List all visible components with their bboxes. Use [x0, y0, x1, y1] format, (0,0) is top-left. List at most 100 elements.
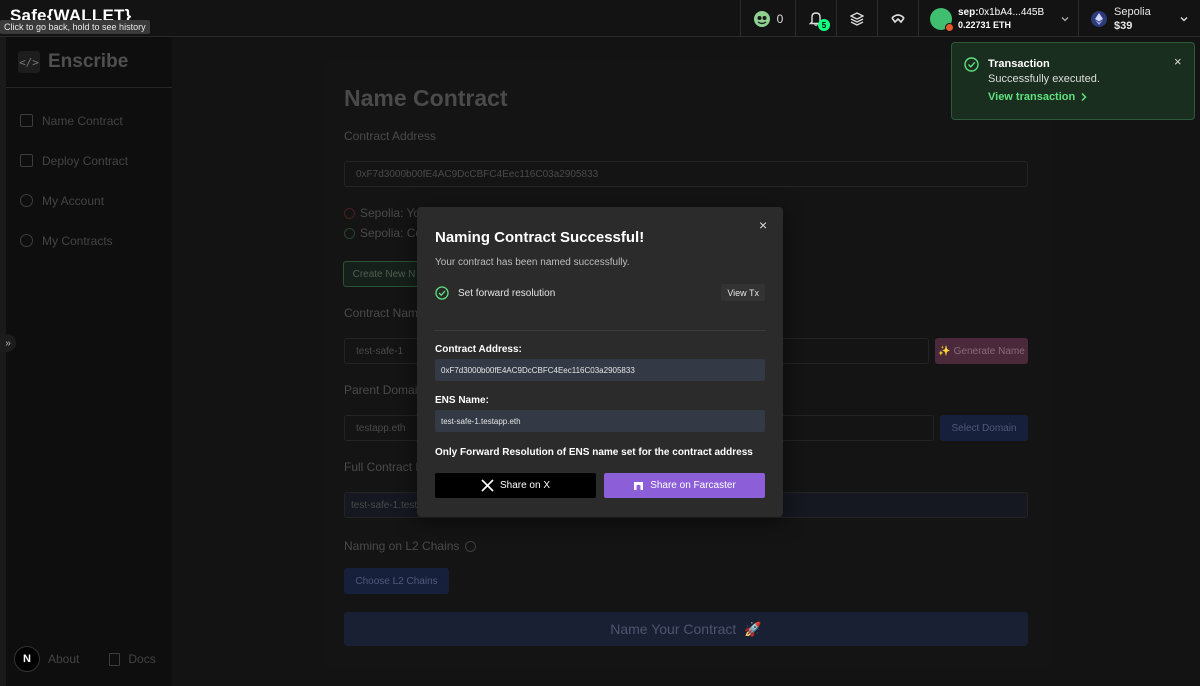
check-circle-icon	[964, 57, 979, 72]
logo-text: Enscribe	[48, 51, 129, 72]
sidebar-item-label: My Contracts	[42, 233, 113, 248]
toast-message: Successfully executed.	[988, 73, 1100, 85]
walletconnect-button[interactable]	[877, 0, 918, 37]
n-badge: N	[14, 646, 40, 672]
edit-icon	[20, 154, 33, 167]
clock-icon	[20, 234, 33, 247]
modal-divider	[435, 330, 765, 331]
rocket-icon: 🚀	[744, 620, 762, 637]
sidebar-footer: N About Docs	[14, 646, 156, 672]
share-on-x-button[interactable]: Share on X	[435, 473, 596, 498]
page-title: Name Contract	[344, 85, 508, 111]
file-icon	[20, 114, 33, 127]
network-name: Sepolia	[1114, 5, 1151, 18]
toast-title: Transaction	[988, 58, 1050, 70]
error-icon	[344, 207, 355, 219]
sidebar-item-deploy-contract[interactable]: Deploy Contract	[20, 153, 128, 168]
generate-name-label: Generate Name	[953, 345, 1025, 357]
modal-title: Naming Contract Successful!	[435, 229, 645, 246]
status-text-1: Sepolia: Yo	[360, 206, 421, 220]
address-text: 0x1bA4...445B	[978, 6, 1045, 18]
success-modal: × Naming Contract Successful! Your contr…	[417, 207, 783, 517]
step-label: Set forward resolution	[458, 287, 556, 299]
status-line-1: Sepolia: Yo	[344, 206, 420, 220]
account-button[interactable]: sep:0x1bA4...445B 0.22731 ETH	[918, 0, 1078, 37]
about-link[interactable]: About	[48, 652, 79, 666]
check-circle-icon	[435, 286, 449, 300]
forward-resolution-note: Only Forward Resolution of ENS name set …	[435, 447, 753, 458]
submit-label: Name Your Contract	[610, 621, 737, 637]
docs-link[interactable]: Docs	[128, 652, 155, 666]
forward-resolution-step: Set forward resolution View Tx	[435, 284, 765, 302]
contract-address-label: Contract Address:	[435, 344, 522, 355]
check-icon	[344, 227, 355, 239]
full-contract-name-label: Full Contract N	[344, 460, 425, 474]
points-icon	[753, 10, 770, 27]
safe-top-bar: Safe{WALLET} Click to go back, hold to s…	[0, 0, 1200, 37]
network-value: $39	[1114, 19, 1133, 32]
sidebar: </> Enscribe Name Contract Deploy Contra…	[6, 37, 172, 686]
sidebar-item-label: Name Contract	[42, 113, 123, 128]
account-info: sep:0x1bA4...445B 0.22731 ETH	[958, 6, 1044, 32]
top-bar-actions: 0 5 sep:0x1bA4...445B 0.22731 ETH Sepoli…	[740, 0, 1200, 37]
select-domain-button[interactable]: Select Domain	[940, 415, 1028, 441]
parent-domain-label: Parent Domain	[344, 383, 425, 397]
view-transaction-link[interactable]: View transaction	[988, 91, 1088, 103]
contract-name-label: Contract Name	[344, 306, 425, 320]
status-text-2: Sepolia: Co	[360, 226, 423, 240]
account-balance: 0.22731 ETH	[958, 19, 1012, 30]
sidebar-item-my-contracts[interactable]: My Contracts	[20, 233, 128, 248]
points-button[interactable]: 0	[740, 0, 795, 37]
sidebar-item-my-account[interactable]: My Account	[20, 193, 128, 208]
ens-name-label: ENS Name:	[435, 395, 489, 406]
transaction-toast: Transaction Successfully executed. View …	[951, 42, 1195, 120]
sidebar-item-name-contract[interactable]: Name Contract	[20, 113, 128, 128]
ens-name-value: test-safe-1.testapp.eth	[435, 410, 765, 432]
sidebar-item-label: My Account	[42, 193, 105, 208]
network-button[interactable]: Sepolia $39	[1078, 0, 1200, 37]
generate-name-button[interactable]: ✨ Generate Name	[935, 338, 1028, 364]
view-transaction-label: View transaction	[988, 91, 1076, 103]
layers-icon	[850, 11, 864, 26]
toast-close-button[interactable]: ×	[1174, 54, 1182, 69]
info-icon	[465, 540, 477, 552]
walletconnect-icon	[891, 13, 905, 23]
share-farcaster-label: Share on Farcaster	[650, 480, 736, 491]
screen: Safe{WALLET} Click to go back, hold to s…	[0, 0, 1200, 686]
avatar-badge	[945, 22, 954, 32]
points-count: 0	[776, 11, 784, 26]
notification-badge: 5	[818, 19, 830, 31]
modal-subtitle: Your contract has been named successfull…	[435, 257, 630, 268]
sidebar-item-label: Deploy Contract	[42, 153, 129, 168]
sidebar-divider	[6, 87, 172, 88]
account-address: sep:0x1bA4...445B	[958, 6, 1044, 19]
contract-address-value: 0xF7d3000b00fE4AC9DcCBFC4Eec116C03a29058…	[435, 359, 765, 381]
x-logo-icon	[481, 479, 494, 492]
avatar	[930, 7, 954, 32]
logo[interactable]: </> Enscribe	[18, 51, 128, 73]
back-tooltip: Click to go back, hold to see history	[0, 20, 150, 34]
network-info: Sepolia $39	[1114, 5, 1151, 33]
modal-close-button[interactable]: ×	[759, 217, 767, 233]
choose-l2-chains-button[interactable]: Choose L2 Chains	[344, 568, 449, 594]
contract-address-input[interactable]: 0xF7d3000b00fE4AC9DcCBFC4Eec116C03a29058…	[344, 161, 1028, 187]
create-new-name-button[interactable]: Create New N	[343, 261, 425, 287]
notifications-button[interactable]: 5	[795, 0, 836, 37]
contract-address-label: Contract Address	[344, 129, 437, 143]
farcaster-icon	[634, 482, 644, 490]
sparkle-icon: ✨	[938, 345, 951, 357]
chain-prefix: sep:	[958, 6, 979, 18]
view-tx-button[interactable]: View Tx	[721, 284, 765, 301]
status-line-2: Sepolia: Co	[344, 226, 422, 240]
user-icon	[20, 194, 33, 207]
name-your-contract-button[interactable]: Name Your Contract 🚀	[344, 612, 1028, 646]
share-on-farcaster-button[interactable]: Share on Farcaster	[604, 473, 765, 498]
l2-chains-label: Naming on L2 Chains	[344, 539, 477, 553]
docs-icon	[109, 652, 121, 666]
layers-button[interactable]	[836, 0, 877, 37]
chevron-down-icon	[1061, 16, 1069, 21]
l2-chains-text: Naming on L2 Chains	[344, 539, 460, 553]
chevron-right-icon	[1081, 92, 1087, 102]
sidebar-nav: Name Contract Deploy Contract My Account…	[20, 113, 128, 248]
chevron-down-icon	[1180, 16, 1188, 21]
